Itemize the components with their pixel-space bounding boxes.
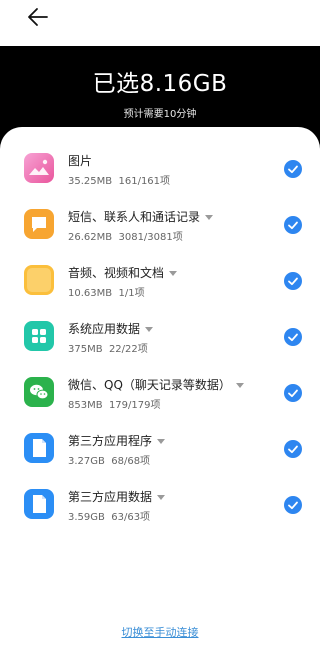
- item-name-text: 第三方应用数据: [68, 490, 153, 504]
- system-apps-icon: [24, 321, 54, 351]
- messages-icon: [24, 209, 54, 239]
- list-item-third-party-apps[interactable]: 第三方应用程序 3.27GB 68/68项: [0, 432, 320, 488]
- checkbox-checked-icon[interactable]: [284, 272, 302, 290]
- list-item-third-party-data[interactable]: 第三方应用数据 3.59GB 63/63项: [0, 488, 320, 544]
- item-name-text: 系统应用数据: [68, 322, 141, 336]
- item-name: 第三方应用程序: [68, 432, 166, 449]
- item-count: 68/68项: [111, 456, 151, 467]
- list-item-photos[interactable]: 图片 35.25MB 161/161项: [0, 152, 320, 208]
- selected-size-title: 已选8.16GB: [92, 71, 228, 97]
- item-name: 系统应用数据: [68, 320, 154, 337]
- switch-to-manual-connection-link[interactable]: 切换至手动连接: [0, 624, 320, 640]
- checkbox-checked-icon[interactable]: [284, 440, 302, 458]
- item-count: 161/161项: [118, 176, 171, 187]
- list-item-system-apps[interactable]: 系统应用数据 375MB 22/22项: [0, 320, 320, 376]
- wechat-icon: [24, 377, 54, 407]
- dropdown-caret-icon[interactable]: [235, 383, 244, 388]
- item-name-text: 第三方应用程序: [68, 434, 153, 448]
- item-count: 63/63项: [111, 512, 151, 523]
- dropdown-caret-icon[interactable]: [157, 495, 166, 500]
- item-size: 375MB: [68, 344, 103, 355]
- checkbox-checked-icon[interactable]: [284, 384, 302, 402]
- dropdown-caret-icon[interactable]: [157, 439, 166, 444]
- item-meta: 3.59GB 63/63项: [68, 508, 150, 523]
- item-count: 3081/3081项: [118, 232, 183, 243]
- checkbox-checked-icon[interactable]: [284, 216, 302, 234]
- photos-icon: [24, 153, 54, 183]
- item-meta: 26.62MB 3081/3081项: [68, 228, 183, 243]
- item-name: 微信、QQ（聊天记录等数据）: [68, 376, 244, 393]
- dropdown-caret-icon[interactable]: [205, 215, 214, 220]
- item-name: 图片: [68, 154, 93, 168]
- top-bar: [0, 0, 320, 46]
- checkbox-checked-icon[interactable]: [284, 160, 302, 178]
- item-name: 短信、联系人和通话记录: [68, 208, 214, 225]
- file-icon: [24, 489, 54, 519]
- item-size: 3.59GB: [68, 512, 105, 523]
- item-count: 179/179项: [108, 400, 161, 411]
- item-count: 1/1项: [118, 288, 145, 299]
- item-size: 10.63MB: [68, 288, 113, 299]
- item-meta: 3.27GB 68/68项: [68, 452, 150, 467]
- estimated-time-label: 预计需要10分钟: [123, 109, 197, 120]
- file-icon: [24, 433, 54, 463]
- dropdown-caret-icon[interactable]: [145, 327, 154, 332]
- folder-icon: [24, 265, 54, 295]
- item-size: 26.62MB: [68, 232, 113, 243]
- item-name-text: 短信、联系人和通话记录: [68, 210, 201, 224]
- back-arrow-icon[interactable]: [26, 6, 50, 28]
- item-meta: 853MB 179/179项: [68, 396, 160, 411]
- item-meta: 375MB 22/22项: [68, 340, 148, 355]
- checkbox-checked-icon[interactable]: [284, 328, 302, 346]
- item-name-text: 音频、视频和文档: [68, 266, 165, 280]
- item-count: 22/22项: [108, 344, 148, 355]
- item-size: 3.27GB: [68, 456, 105, 467]
- dropdown-caret-icon[interactable]: [169, 271, 178, 276]
- item-name: 音频、视频和文档: [68, 264, 178, 281]
- list-item-messages[interactable]: 短信、联系人和通话记录 26.62MB 3081/3081项: [0, 208, 320, 264]
- item-meta: 10.63MB 1/1项: [68, 284, 145, 299]
- list-item-media-docs[interactable]: 音频、视频和文档 10.63MB 1/1项: [0, 264, 320, 320]
- item-size: 853MB: [68, 400, 103, 411]
- list-item-wechat-qq[interactable]: 微信、QQ（聊天记录等数据） 853MB 179/179项: [0, 376, 320, 432]
- item-name: 第三方应用数据: [68, 488, 166, 505]
- checkbox-checked-icon[interactable]: [284, 496, 302, 514]
- item-size: 35.25MB: [68, 176, 113, 187]
- item-name-text: 微信、QQ（聊天记录等数据）: [68, 378, 231, 392]
- item-meta: 35.25MB 161/161项: [68, 172, 170, 187]
